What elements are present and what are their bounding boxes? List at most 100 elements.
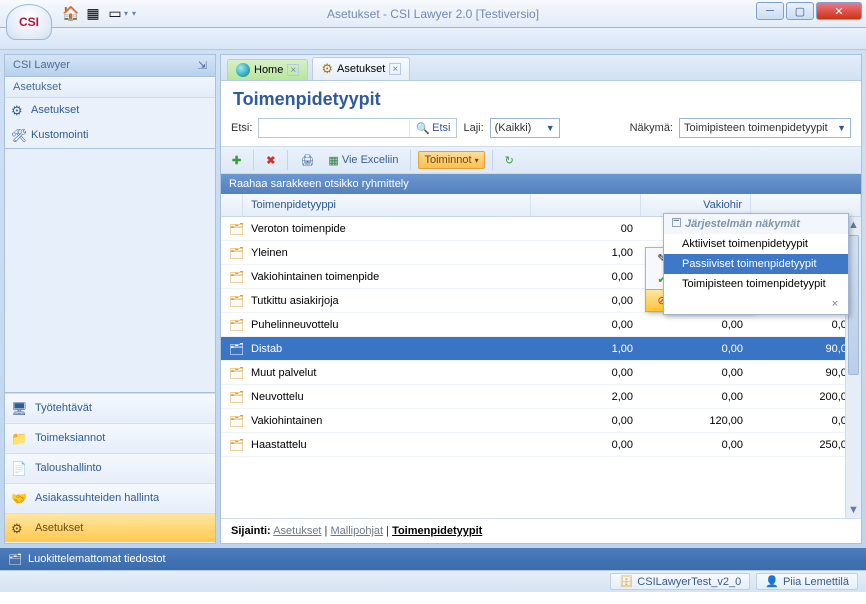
nav-item-kustomointi[interactable]: 🛠Kustomointi: [5, 123, 215, 148]
ribbon-strip: [0, 28, 866, 50]
scrollbar-thumb[interactable]: [848, 235, 859, 375]
cell-name: Tutkittu asiakirjoja: [243, 295, 531, 307]
table-row[interactable]: 🗂Puhelinneuvottelu0,000,000,00: [221, 313, 861, 337]
cell-a: 2,00: [531, 391, 641, 403]
cell-name: Neuvottelu: [243, 391, 531, 403]
print-button[interactable]: 🖨: [295, 152, 319, 169]
chevron-down-icon: ▼: [546, 123, 555, 133]
tab-close-icon[interactable]: ×: [287, 64, 299, 76]
view-menu-item[interactable]: Aktiiviset toimenpidetyypit: [664, 234, 848, 254]
window-picker[interactable]: ▭▾: [106, 5, 128, 23]
group-by-row[interactable]: Raahaa sarakkeen otsikko ryhmittely: [221, 174, 861, 194]
status-database[interactable]: 🗄CSILawyerTest_v2_0: [610, 573, 750, 590]
cell-a: 1,00: [531, 343, 641, 355]
nav-module-tasks[interactable]: 🖥Työtehtävät: [5, 393, 215, 423]
page-title: Toimenpidetyypit: [233, 89, 849, 110]
uncategorized-bar[interactable]: 🗂 Luokittelemattomat tiedostot: [0, 548, 866, 570]
col-num1[interactable]: [531, 194, 641, 216]
new-button[interactable]: ✚: [227, 152, 246, 169]
cell-b: 0,00: [641, 391, 751, 403]
tab-asetukset[interactable]: ⚙Asetukset×: [312, 57, 410, 80]
actions-button[interactable]: Toiminnot▾: [418, 151, 484, 169]
delete-button[interactable]: ✖: [261, 152, 280, 169]
status-user[interactable]: 👤Piia Lemettilä: [756, 573, 858, 590]
delete-icon: ✖: [266, 154, 275, 167]
cell-a: 1,00: [531, 247, 641, 259]
col-selector[interactable]: [221, 194, 243, 216]
row-icon: 🗂: [229, 342, 244, 356]
cell-name: Vakiohintainen: [243, 415, 531, 427]
nav-item-label: Asetukset: [35, 522, 83, 534]
breadcrumb-link[interactable]: Asetukset: [273, 525, 321, 537]
cell-a: 0,00: [531, 271, 641, 283]
status-bar: 🗄CSILawyerTest_v2_0 👤Piia Lemettilä: [0, 570, 866, 592]
qat-customize-icon[interactable]: ▾: [132, 9, 136, 18]
maximize-button[interactable]: ▢: [786, 2, 814, 20]
table-row[interactable]: 🗂Neuvottelu2,000,00200,00: [221, 385, 861, 409]
nav-bottom-group: 🖥Työtehtävät 📁Toimeksiannot 📄Taloushalli…: [4, 392, 216, 544]
table-row[interactable]: 🗂Haastattelu0,000,00250,00: [221, 433, 861, 457]
search-label: Etsi:: [231, 122, 252, 134]
grid-icon[interactable]: ▦: [84, 5, 102, 23]
nav-item-label: Asetukset: [31, 104, 79, 116]
collapse-icon[interactable]: [672, 218, 681, 227]
separator: [492, 150, 493, 170]
cell-name: Distab: [243, 343, 531, 355]
tab-home[interactable]: Home×: [227, 59, 308, 80]
cell-a: 0,00: [531, 439, 641, 451]
cell-a: 0,00: [531, 367, 641, 379]
workspace: CSI Lawyer ⇲ Asetukset ⚙Asetukset 🛠Kusto…: [0, 50, 866, 548]
search-button[interactable]: 🔍Etsi: [409, 119, 456, 137]
cell-name: Haastattelu: [243, 439, 531, 451]
breadcrumb-link[interactable]: Mallipohjat: [330, 525, 383, 537]
row-icon: 🗂: [229, 318, 244, 332]
table-row[interactable]: ▸🗂Distab1,000,0090,00: [221, 337, 861, 361]
nav-module-finance[interactable]: 📄Taloushallinto: [5, 453, 215, 483]
nav-item-label: Taloushallinto: [35, 462, 102, 474]
nav-module-settings[interactable]: ⚙Asetukset: [5, 513, 215, 543]
tab-close-icon[interactable]: ×: [389, 63, 401, 75]
home-icon[interactable]: 🏠: [62, 5, 80, 23]
close-button[interactable]: ✕: [816, 2, 862, 20]
col-name[interactable]: Toimenpidetyyppi: [243, 194, 531, 216]
view-menu-close[interactable]: ×: [664, 294, 848, 314]
table-row[interactable]: 🗂Muut palvelut0,000,0090,00: [221, 361, 861, 385]
nav-module-crm[interactable]: 🤝Asiakassuhteiden hallinta: [5, 483, 215, 513]
cell-a: 0,00: [531, 319, 641, 331]
type-combo[interactable]: (Kaikki)▼: [490, 118, 560, 138]
breadcrumb-label: Sijainti:: [231, 525, 271, 537]
combo-value: Toimipisteen toimenpidetyypit: [684, 122, 828, 134]
nav-item-asetukset[interactable]: ⚙Asetukset: [5, 98, 215, 123]
scroll-down-icon[interactable]: ▼: [846, 502, 861, 518]
pin-icon[interactable]: ⇲: [198, 59, 207, 72]
row-icon: 🗂: [229, 438, 244, 452]
nav-panel: CSI Lawyer ⇲ Asetukset ⚙Asetukset 🛠Kusto…: [4, 54, 216, 544]
cell-name: Muut palvelut: [243, 367, 531, 379]
plus-icon: ✚: [232, 154, 241, 167]
cell-b: 0,00: [641, 439, 751, 451]
nav-group-title: Asetukset: [5, 77, 215, 98]
row-icon: 🗂: [229, 294, 244, 308]
cell-name: Veroton toimenpide: [243, 223, 531, 235]
view-menu: Järjestelmän näkymät Aktiiviset toimenpi…: [663, 213, 849, 315]
view-menu-item[interactable]: Passiiviset toimenpidetyypit: [664, 254, 848, 274]
magnifier-icon: 🔍: [416, 122, 430, 135]
view-combo[interactable]: Toimipisteen toimenpidetyypit▼: [679, 118, 851, 138]
view-menu-item[interactable]: Toimipisteen toimenpidetyypit: [664, 274, 848, 294]
refresh-icon: ↻: [505, 154, 514, 167]
separator: [410, 150, 411, 170]
gear-icon: ⚙: [321, 61, 333, 77]
refresh-button[interactable]: ↻: [500, 152, 519, 169]
export-excel-button[interactable]: ▦Vie Exceliin: [323, 152, 403, 169]
app-badge[interactable]: CSI: [6, 4, 52, 40]
cell-name: Yleinen: [243, 247, 531, 259]
breadcrumb: Sijainti: Asetukset | Mallipohjat | Toim…: [221, 518, 861, 543]
nav-module-matters[interactable]: 📁Toimeksiannot: [5, 423, 215, 453]
monitor-icon: 🖥: [11, 401, 28, 417]
table-row[interactable]: 🗂Vakiohintainen0,00120,000,00: [221, 409, 861, 433]
search-input[interactable]: [259, 119, 409, 137]
minimize-button[interactable]: ─: [756, 2, 784, 20]
cell-b: 0,00: [641, 367, 751, 379]
nav-spacer: [4, 149, 216, 392]
nav-item-label: Toimeksiannot: [35, 432, 105, 444]
